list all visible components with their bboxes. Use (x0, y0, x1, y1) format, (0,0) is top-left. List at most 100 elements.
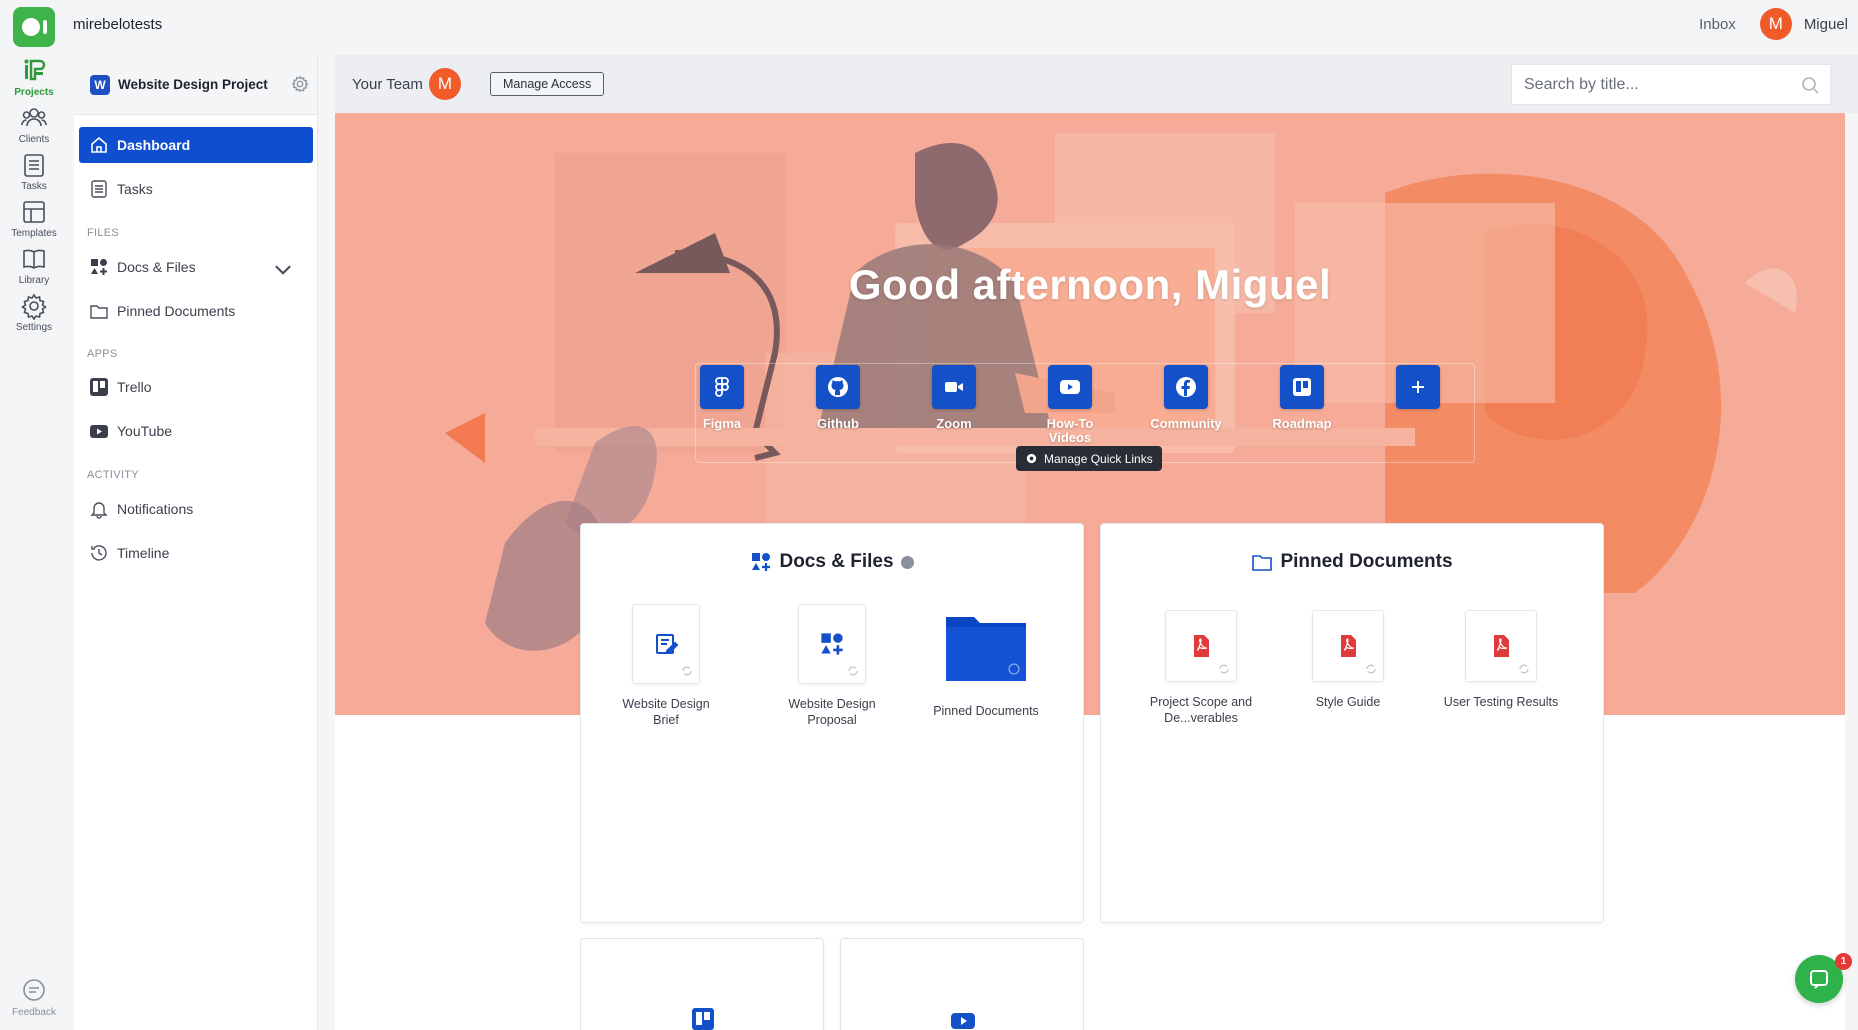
inbox-link[interactable]: Inbox (1699, 16, 1736, 33)
section-label-apps: APPS (87, 348, 118, 360)
file-user-testing-results[interactable]: User Testing Results (1436, 610, 1566, 710)
app-logo[interactable] (13, 7, 55, 47)
card-title-text: Docs & Files (779, 551, 894, 572)
gear-icon (1026, 453, 1037, 464)
rail-item-tasks[interactable]: Tasks (0, 151, 68, 192)
left-rail: Projects Clients Tasks Templates Library… (0, 53, 68, 1030)
file-name: Website Design Brief (622, 697, 710, 728)
file-project-scope[interactable]: Project Scope and De...verables (1141, 610, 1261, 727)
main-header: Your Team M Manage Access (335, 55, 1858, 113)
add-quick-link-button[interactable] (1373, 365, 1463, 417)
pinned-documents-card: Pinned Documents Project Scope and De...… (1100, 523, 1604, 923)
workspace-name[interactable]: mirebelotests (73, 16, 162, 33)
clients-icon (21, 108, 47, 127)
rail-item-clients[interactable]: Clients (0, 104, 68, 145)
file-style-guide[interactable]: Style Guide (1293, 610, 1403, 710)
trello-icon (1293, 378, 1311, 396)
quick-link-label: Zoom (936, 416, 972, 431)
chat-unread-badge: 1 (1835, 953, 1852, 970)
quick-link-label: Roadmap (1272, 416, 1332, 431)
sidebar-item-trello[interactable]: Trello (79, 369, 313, 405)
file-name: Pinned Documents (933, 704, 1039, 718)
trello-app-card[interactable] (580, 938, 824, 1030)
sidebar-item-pinned-documents[interactable]: Pinned Documents (79, 293, 313, 329)
rail-item-settings[interactable]: Settings (0, 292, 68, 333)
project-header: W Website Design Project (74, 55, 317, 115)
file-name: User Testing Results (1443, 695, 1559, 709)
plus-icon (1412, 381, 1424, 393)
rail-label: Projects (14, 87, 54, 98)
sidebar-item-label: Pinned Documents (117, 303, 236, 319)
home-icon (91, 136, 107, 153)
user-name[interactable]: Miguel (1804, 16, 1848, 33)
trello-icon (90, 378, 108, 396)
user-avatar[interactable]: M (1759, 8, 1792, 40)
history-icon (91, 545, 107, 561)
sidebar-item-tasks[interactable]: Tasks (79, 171, 313, 207)
sidebar-item-dashboard[interactable]: Dashboard (79, 127, 313, 163)
quick-link-figma[interactable]: Figma (677, 365, 767, 431)
quick-link-label: Figma (702, 416, 742, 431)
info-icon[interactable] (900, 555, 914, 569)
sidebar-item-youtube[interactable]: YouTube (79, 413, 313, 449)
folder-icon (946, 617, 1026, 681)
manage-access-button[interactable]: Manage Access (490, 72, 605, 96)
search-input[interactable] (1524, 75, 1784, 94)
pdf-icon (1341, 635, 1356, 657)
quick-link-roadmap[interactable]: Roadmap (1257, 365, 1347, 431)
quick-link-how-to-videos[interactable]: How-To Videos (1025, 365, 1115, 444)
quick-link-label: How-To Videos (1046, 416, 1094, 445)
team-member-avatar[interactable]: M (429, 68, 461, 100)
pdf-icon (1194, 635, 1209, 657)
figma-icon (715, 377, 729, 397)
sync-icon (1366, 664, 1376, 674)
rail-item-templates[interactable]: Templates (0, 198, 68, 239)
file-name: Website Design Proposal (788, 697, 876, 728)
youtube-app-card[interactable] (840, 938, 1084, 1030)
settings-icon (21, 293, 47, 320)
folder-icon (1252, 555, 1273, 571)
folder-pinned-documents[interactable]: Pinned Documents (926, 611, 1046, 719)
quick-link-zoom[interactable]: Zoom (909, 365, 999, 431)
docs-files-icon (752, 553, 771, 571)
rail-label: Feedback (12, 1007, 56, 1018)
chat-icon (1810, 970, 1828, 989)
zoom-icon (945, 382, 963, 392)
rail-label: Templates (11, 228, 57, 239)
tasks-icon (24, 154, 44, 177)
project-settings-gear-icon[interactable] (291, 75, 309, 93)
rail-item-library[interactable]: Library (0, 245, 68, 286)
sidebar-item-timeline[interactable]: Timeline (79, 535, 313, 571)
rail-label: Clients (18, 134, 50, 145)
library-icon (23, 249, 45, 269)
project-badge: W (90, 74, 110, 95)
sidebar-item-label: Dashboard (117, 137, 191, 153)
quick-link-github[interactable]: Github (793, 365, 883, 431)
manage-quick-links-label: Manage Quick Links (1044, 451, 1153, 466)
sidebar-item-docs-files[interactable]: Docs & Files (79, 249, 313, 285)
sidebar-item-notifications[interactable]: Notifications (79, 491, 313, 527)
rail-label: Tasks (21, 181, 47, 192)
sync-icon (682, 666, 692, 676)
github-icon (828, 377, 848, 397)
manage-quick-links-button[interactable]: Manage Quick Links (1016, 446, 1162, 471)
rail-item-projects[interactable]: Projects (0, 57, 68, 98)
docs-files-card: Docs & Files Website Design Brief Websit… (580, 523, 1084, 923)
quick-link-community[interactable]: Community (1141, 365, 1231, 431)
project-title[interactable]: Website Design Project (118, 77, 268, 92)
search-icon[interactable] (1800, 75, 1820, 95)
file-website-design-brief[interactable]: Website Design Brief (611, 604, 721, 729)
rail-item-feedback[interactable]: Feedback (0, 977, 68, 1018)
your-team-label: Your Team (352, 76, 423, 93)
quick-link-label: Community (1150, 416, 1222, 431)
greeting-heading: Good afternoon, Miguel (848, 261, 1332, 308)
top-right-controls: Inbox M Miguel (1699, 8, 1848, 40)
tasks-icon (91, 180, 107, 198)
docs-files-card-title: Docs & Files (581, 551, 1083, 573)
docs-files-icon (91, 259, 107, 275)
chevron-down-icon[interactable] (273, 259, 293, 279)
section-label-activity: ACTIVITY (87, 469, 139, 481)
file-website-design-proposal[interactable]: Website Design Proposal (777, 604, 887, 729)
logo-mark (21, 18, 40, 36)
file-name: Project Scope and De...verables (1149, 695, 1253, 726)
